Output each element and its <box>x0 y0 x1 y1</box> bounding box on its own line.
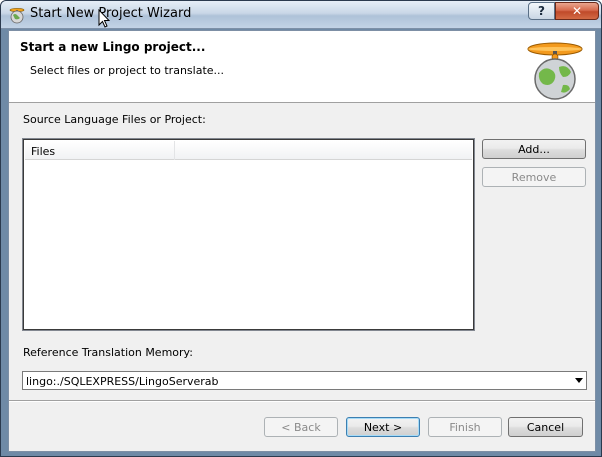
window-title: Start New Project Wizard <box>30 6 192 21</box>
wizard-header: Start a new Lingo project... Select file… <box>9 31 595 103</box>
footer-divider <box>9 400 595 402</box>
remove-button[interactable]: Remove <box>482 167 586 187</box>
wizard-window: Start New Project Wizard ? ✕ Start a new… <box>0 0 602 457</box>
translation-memory-value: lingo:./SQLEXPRESS/LingoServerab <box>26 375 219 388</box>
files-listview[interactable]: Files <box>22 138 475 331</box>
source-files-label: Source Language Files or Project: <box>23 113 206 126</box>
lingo-logo-icon <box>527 42 583 100</box>
next-button[interactable]: Next > <box>346 417 420 437</box>
cancel-button[interactable]: Cancel <box>508 417 583 437</box>
app-icon <box>9 8 25 24</box>
close-button[interactable]: ✕ <box>555 2 599 20</box>
column-header-files[interactable]: Files <box>25 141 175 160</box>
page-title: Start a new Lingo project... <box>20 40 206 54</box>
finish-button[interactable]: Finish <box>428 417 502 437</box>
page-subtitle: Select files or project to translate... <box>30 64 225 77</box>
files-list-header: Files <box>25 141 472 160</box>
mouse-cursor-icon <box>98 9 110 28</box>
add-button[interactable]: Add... <box>482 139 586 159</box>
chevron-down-icon[interactable] <box>575 378 583 383</box>
translation-memory-label: Reference Translation Memory: <box>23 346 193 359</box>
help-button[interactable]: ? <box>528 2 555 20</box>
back-button[interactable]: < Back <box>264 417 338 437</box>
translation-memory-select[interactable]: lingo:./SQLEXPRESS/LingoServerab <box>22 371 587 390</box>
close-icon: ✕ <box>571 4 583 18</box>
wizard-client-area: Start a new Lingo project... Select file… <box>8 30 596 452</box>
title-bar[interactable]: Start New Project Wizard ? ✕ <box>1 1 601 29</box>
